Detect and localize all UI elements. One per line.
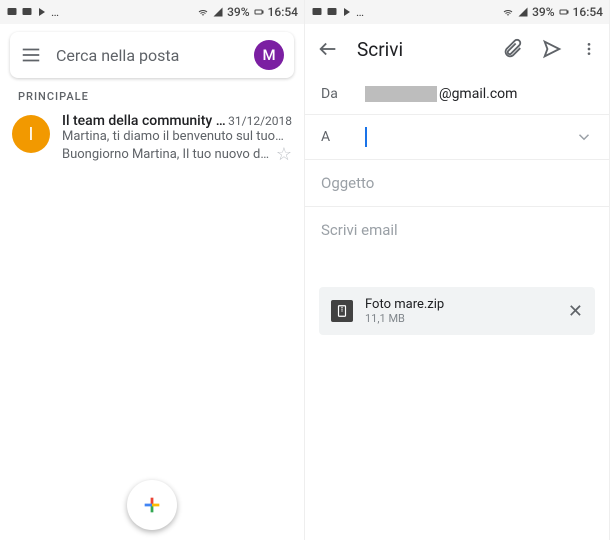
status-left: … <box>6 5 59 19</box>
search-bar[interactable]: Cerca nella posta M <box>10 32 294 78</box>
attach-icon[interactable] <box>501 38 523 60</box>
attachment-name: Foto mare.zip <box>365 297 556 312</box>
notification-icon <box>326 6 338 18</box>
compose-header: Scrivi <box>305 24 609 74</box>
notification-icon <box>311 6 323 18</box>
status-right: 39% 16:54 <box>502 5 603 19</box>
compose-title: Scrivi <box>357 38 483 61</box>
email-content: Il team della community G… 31/12/2018 Ma… <box>62 113 292 165</box>
attachment-size: 11,1 MB <box>365 312 556 325</box>
star-icon[interactable]: ☆ <box>276 144 292 165</box>
sender-avatar: I <box>12 115 50 153</box>
back-icon[interactable] <box>317 38 339 60</box>
wifi-icon <box>502 6 514 18</box>
status-right: 39% 16:54 <box>197 5 298 19</box>
from-field[interactable]: Da @gmail.com <box>305 74 609 115</box>
battery-percent: 39% <box>227 5 249 19</box>
status-bar: … 39% 16:54 <box>305 0 609 24</box>
more-dots: … <box>51 5 59 19</box>
notification-icon <box>6 6 18 18</box>
status-bar: … 39% 16:54 <box>0 0 304 24</box>
plus-icon <box>141 494 163 516</box>
notification-icon <box>21 6 33 18</box>
email-snippet: Buongiorno Martina, Il tuo nuovo dispo… <box>62 147 272 162</box>
attachment-info: Foto mare.zip 11,1 MB <box>365 297 556 325</box>
send-icon[interactable] <box>541 38 563 60</box>
battery-icon <box>558 6 570 18</box>
email-date: 31/12/2018 <box>228 114 292 128</box>
wifi-icon <box>197 6 209 18</box>
clock-time: 16:54 <box>573 5 603 19</box>
signal-icon <box>517 6 529 18</box>
section-label: PRINCIPALE <box>18 90 286 103</box>
attachment-chip[interactable]: Foto mare.zip 11,1 MB ✕ <box>319 287 595 335</box>
zip-icon <box>331 300 353 322</box>
signal-icon <box>212 6 224 18</box>
email-sender: Il team della community G… <box>62 113 228 129</box>
to-label: A <box>321 129 345 145</box>
more-dots: … <box>356 5 364 19</box>
inbox-screen: … 39% 16:54 Cerca nella posta M PRINCIPA… <box>0 0 305 540</box>
search-placeholder[interactable]: Cerca nella posta <box>56 46 240 65</box>
battery-percent: 39% <box>532 5 554 19</box>
more-icon[interactable] <box>581 38 597 60</box>
remove-attachment-icon[interactable]: ✕ <box>568 301 583 322</box>
status-left: … <box>311 5 364 19</box>
play-icon <box>341 6 353 18</box>
body-input[interactable]: Scrivi email <box>305 207 609 279</box>
menu-icon[interactable] <box>20 44 42 66</box>
to-field[interactable]: A <box>305 115 609 160</box>
compose-screen: … 39% 16:54 Scrivi Da @gmail.com A Ogget… <box>305 0 610 540</box>
compose-fab[interactable] <box>127 480 177 530</box>
to-input[interactable] <box>365 127 555 147</box>
text-cursor <box>365 127 367 147</box>
account-avatar[interactable]: M <box>254 40 284 70</box>
from-value: @gmail.com <box>365 86 593 102</box>
subject-input[interactable]: Oggetto <box>305 160 609 207</box>
chevron-down-icon[interactable] <box>575 128 593 146</box>
redacted-username <box>365 86 437 102</box>
battery-icon <box>253 6 265 18</box>
clock-time: 16:54 <box>268 5 298 19</box>
play-icon <box>36 6 48 18</box>
email-subject: Martina, ti diamo il benvenuto sul tuo… <box>62 129 292 144</box>
from-label: Da <box>321 86 345 102</box>
email-list-item[interactable]: I Il team della community G… 31/12/2018 … <box>0 111 304 173</box>
